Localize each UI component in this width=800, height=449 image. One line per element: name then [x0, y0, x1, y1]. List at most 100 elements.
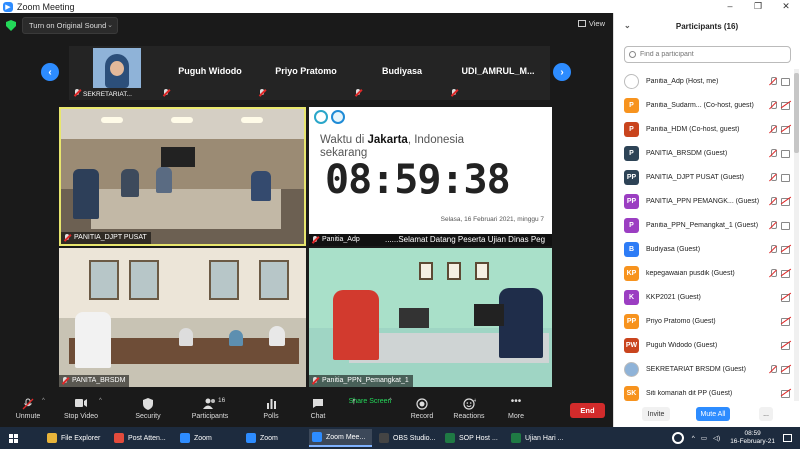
taskbar-app[interactable]: Ujian Hari ...: [508, 429, 571, 447]
taskbar-app-label: Post Atten...: [128, 434, 166, 442]
share-screen-button[interactable]: Share Screen ^: [342, 398, 398, 405]
taskbar-app[interactable]: Zoom: [243, 429, 306, 447]
muted-mic-icon[interactable]: [769, 173, 777, 182]
camera-off-icon[interactable]: [781, 341, 791, 350]
camera-off-icon[interactable]: [781, 125, 791, 134]
muted-mic-icon[interactable]: [769, 365, 777, 374]
participant-search[interactable]: [624, 46, 791, 63]
taskbar-app[interactable]: Zoom Mee...: [309, 429, 372, 447]
chevron-up-icon[interactable]: ^: [99, 398, 102, 404]
chat-button[interactable]: Chat: [290, 398, 346, 420]
obs-recording-icon[interactable]: [671, 432, 684, 444]
filmstrip-tile[interactable]: Priyo Pratomo: [254, 46, 358, 100]
filmstrip-tile[interactable]: Puguh Widodo: [158, 46, 262, 100]
camera-off-icon[interactable]: [781, 365, 791, 374]
chevron-up-icon[interactable]: ^: [692, 435, 695, 442]
participant-search-input[interactable]: [640, 51, 780, 58]
more-button[interactable]: ••• More: [488, 397, 544, 421]
end-meeting-button[interactable]: End: [570, 403, 605, 418]
chevron-up-icon[interactable]: ^: [42, 398, 45, 404]
mute-all-button[interactable]: Mute All: [696, 407, 730, 421]
more-label: More: [508, 413, 524, 420]
participant-row[interactable]: B Budiyasa (Guest): [614, 237, 795, 261]
close-button[interactable]: ✕: [772, 0, 800, 13]
unmute-button[interactable]: Unmute ^: [0, 398, 56, 420]
participant-name: KKP2021 (Guest): [646, 293, 701, 301]
video-tile-pemangkat[interactable]: Panitia_PPN_Pemangkat_1: [309, 248, 552, 387]
participant-row[interactable]: P Panitia_HDM (Co-host, guest): [614, 117, 795, 141]
maximize-button[interactable]: ❐: [744, 0, 772, 13]
camera-icon[interactable]: [781, 149, 791, 158]
participant-scrollbar[interactable]: [794, 69, 799, 401]
participant-row[interactable]: PP PANITIA_DJPT PUSAT (Guest): [614, 165, 795, 189]
stop-video-button[interactable]: Stop Video ^: [53, 398, 109, 420]
taskbar-app[interactable]: File Explorer: [44, 429, 107, 447]
filmstrip-prev-button[interactable]: ‹: [41, 63, 59, 81]
camera-off-icon[interactable]: [781, 269, 791, 278]
taskbar-app-label: Zoom Mee...: [326, 433, 366, 441]
participant-row[interactable]: K KKP2021 (Guest): [614, 285, 795, 309]
camera-off-icon[interactable]: [781, 101, 791, 110]
muted-mic-icon[interactable]: [769, 125, 777, 134]
volume-icon[interactable]: ◁): [713, 434, 720, 442]
taskbar-app[interactable]: Post Atten...: [111, 429, 174, 447]
participant-row[interactable]: P PANITIA_BRSDM (Guest): [614, 141, 795, 165]
taskbar-app[interactable]: SOP Host ...: [442, 429, 505, 447]
video-tile-brsdm[interactable]: PANITA_BRSDM: [59, 248, 306, 387]
view-button[interactable]: View: [577, 19, 605, 28]
zoom-logo-icon: ▶: [3, 1, 13, 12]
muted-mic-icon[interactable]: [769, 149, 777, 158]
notification-icon[interactable]: [783, 434, 792, 442]
panel-more-button[interactable]: ...: [759, 407, 773, 421]
muted-mic-icon: [62, 377, 68, 385]
participant-row[interactable]: PP Priyo Pratomo (Guest): [614, 309, 795, 333]
security-button[interactable]: Security: [120, 398, 176, 420]
polls-label: Polls: [263, 413, 279, 420]
participants-button[interactable]: Participants 16: [182, 397, 238, 420]
camera-off-icon[interactable]: [781, 197, 791, 206]
chevron-up-icon[interactable]: ^: [389, 398, 392, 404]
filmstrip-tile[interactable]: UDI_AMRUL_M...: [446, 46, 550, 100]
participant-row[interactable]: PP PANITIA_PPN PEMANGK... (Guest): [614, 189, 795, 213]
participant-row[interactable]: SK Siti komariah dit PP (Guest): [614, 381, 795, 405]
original-sound-button[interactable]: Turn on Original Sound ⌄: [22, 17, 118, 34]
muted-mic-icon[interactable]: [769, 77, 777, 86]
collapse-chevron-icon[interactable]: ⌄: [624, 21, 631, 30]
taskbar-clock[interactable]: 08:59 16-February-21: [730, 430, 775, 446]
encryption-shield-icon[interactable]: [6, 20, 16, 31]
camera-off-icon[interactable]: [781, 245, 791, 254]
taskbar-app[interactable]: Zoom: [177, 429, 240, 447]
muted-mic-icon[interactable]: [769, 221, 777, 230]
video-tile-djpt[interactable]: PANITIA_DJPT PUSAT: [59, 107, 306, 246]
muted-mic-icon[interactable]: [769, 197, 777, 206]
participant-row[interactable]: SEKRETARIAT BRSDM (Guest): [614, 357, 795, 381]
camera-icon[interactable]: [781, 173, 791, 182]
taskbar-app-label: OBS Studio...: [393, 434, 436, 442]
participants-count: 16: [218, 397, 226, 404]
muted-mic-icon[interactable]: [769, 101, 777, 110]
camera-icon[interactable]: [781, 77, 791, 86]
participant-row[interactable]: Panitia_Adp (Host, me): [614, 69, 795, 93]
camera-off-icon[interactable]: [781, 389, 791, 398]
network-icon[interactable]: ▭: [701, 434, 707, 442]
chevron-down-icon[interactable]: ⌄: [107, 21, 113, 29]
start-button[interactable]: [0, 427, 26, 449]
camera-off-icon[interactable]: [781, 293, 791, 302]
filmstrip-tile[interactable]: Budiyasa: [350, 46, 454, 100]
participant-row[interactable]: PW Puguh Widodo (Guest): [614, 333, 795, 357]
invite-button[interactable]: Invite: [642, 407, 670, 421]
clock-date: Selasa, 16 Februari 2021, minggu 7: [440, 216, 544, 223]
meeting-topbar: Turn on Original Sound ⌄ View: [0, 13, 613, 39]
minimize-button[interactable]: –: [716, 0, 744, 13]
filmstrip-next-button[interactable]: ›: [553, 63, 571, 81]
muted-mic-icon[interactable]: [769, 269, 777, 278]
participant-row[interactable]: P Panitia_Sudarm... (Co-host, guest): [614, 93, 795, 117]
participant-row[interactable]: KP kepegawaian pusdik (Guest): [614, 261, 795, 285]
camera-icon[interactable]: [781, 221, 791, 230]
muted-mic-icon[interactable]: [769, 245, 777, 254]
camera-off-icon[interactable]: [781, 317, 791, 326]
taskbar-app[interactable]: OBS Studio...: [376, 429, 439, 447]
participants-label: Participants: [191, 413, 229, 420]
video-tile-clock[interactable]: Waktu di Jakarta, Indonesia sekarang 08:…: [309, 107, 552, 246]
participant-row[interactable]: P Panitia_PPN_Pemangkat_1 (Guest): [614, 213, 795, 237]
